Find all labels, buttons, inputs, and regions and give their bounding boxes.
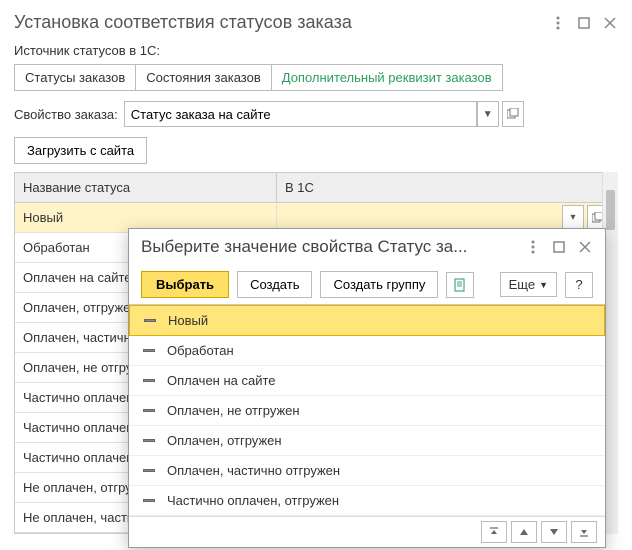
item-icon	[143, 499, 155, 502]
property-label: Свойство заказа:	[14, 107, 118, 122]
list-item[interactable]: Оплачен на сайте	[129, 366, 605, 396]
help-button[interactable]: ?	[565, 272, 593, 298]
list-item[interactable]: Новый	[129, 305, 605, 336]
dialog-maximize-icon[interactable]	[551, 239, 567, 255]
window-title: Установка соответствия статусов заказа	[14, 12, 352, 33]
item-icon	[143, 469, 155, 472]
scroll-up-button[interactable]	[511, 521, 537, 543]
refresh-button[interactable]	[446, 272, 474, 298]
cell-dropdown-button[interactable]: ▾	[562, 205, 584, 231]
list-item[interactable]: Оплачен, отгружен	[129, 426, 605, 456]
create-group-button[interactable]: Создать группу	[320, 271, 438, 298]
more-button[interactable]: Еще▼	[500, 272, 557, 297]
dialog-kebab-icon[interactable]	[525, 239, 541, 255]
dialog-title: Выберите значение свойства Статус за...	[141, 237, 467, 257]
property-select[interactable]	[124, 101, 477, 127]
item-icon	[143, 409, 155, 412]
source-label: Источник статусов в 1С:	[14, 43, 618, 58]
item-icon	[144, 319, 156, 322]
list-item[interactable]: Оплачен, частично отгружен	[129, 456, 605, 486]
item-icon	[143, 379, 155, 382]
th-status-name: Название статуса	[15, 173, 277, 202]
maximize-icon[interactable]	[576, 15, 592, 31]
close-icon[interactable]	[602, 15, 618, 31]
scroll-down-button[interactable]	[541, 521, 567, 543]
tab-additional-requisite[interactable]: Дополнительный реквизит заказов	[272, 64, 503, 91]
tab-order-statuses[interactable]: Статусы заказов	[14, 64, 136, 91]
dialog-close-icon[interactable]	[577, 239, 593, 255]
item-icon	[143, 439, 155, 442]
list-item[interactable]: Частично оплачен, отгружен	[129, 486, 605, 516]
item-icon	[143, 349, 155, 352]
scroll-top-button[interactable]	[481, 521, 507, 543]
select-button[interactable]: Выбрать	[141, 271, 229, 298]
tab-order-states[interactable]: Состояния заказов	[136, 64, 272, 91]
create-button[interactable]: Создать	[237, 271, 312, 298]
open-dialog-button[interactable]	[502, 101, 524, 127]
select-value-dialog: Выберите значение свойства Статус за... …	[128, 228, 606, 548]
list-item[interactable]: Оплачен, не отгружен	[129, 396, 605, 426]
cell-input[interactable]	[285, 210, 562, 225]
kebab-icon[interactable]	[550, 15, 566, 31]
scroll-bottom-button[interactable]	[571, 521, 597, 543]
load-from-site-button[interactable]: Загрузить с сайта	[14, 137, 147, 164]
dropdown-button[interactable]: ▼	[477, 101, 499, 127]
list-item[interactable]: Обработан	[129, 336, 605, 366]
